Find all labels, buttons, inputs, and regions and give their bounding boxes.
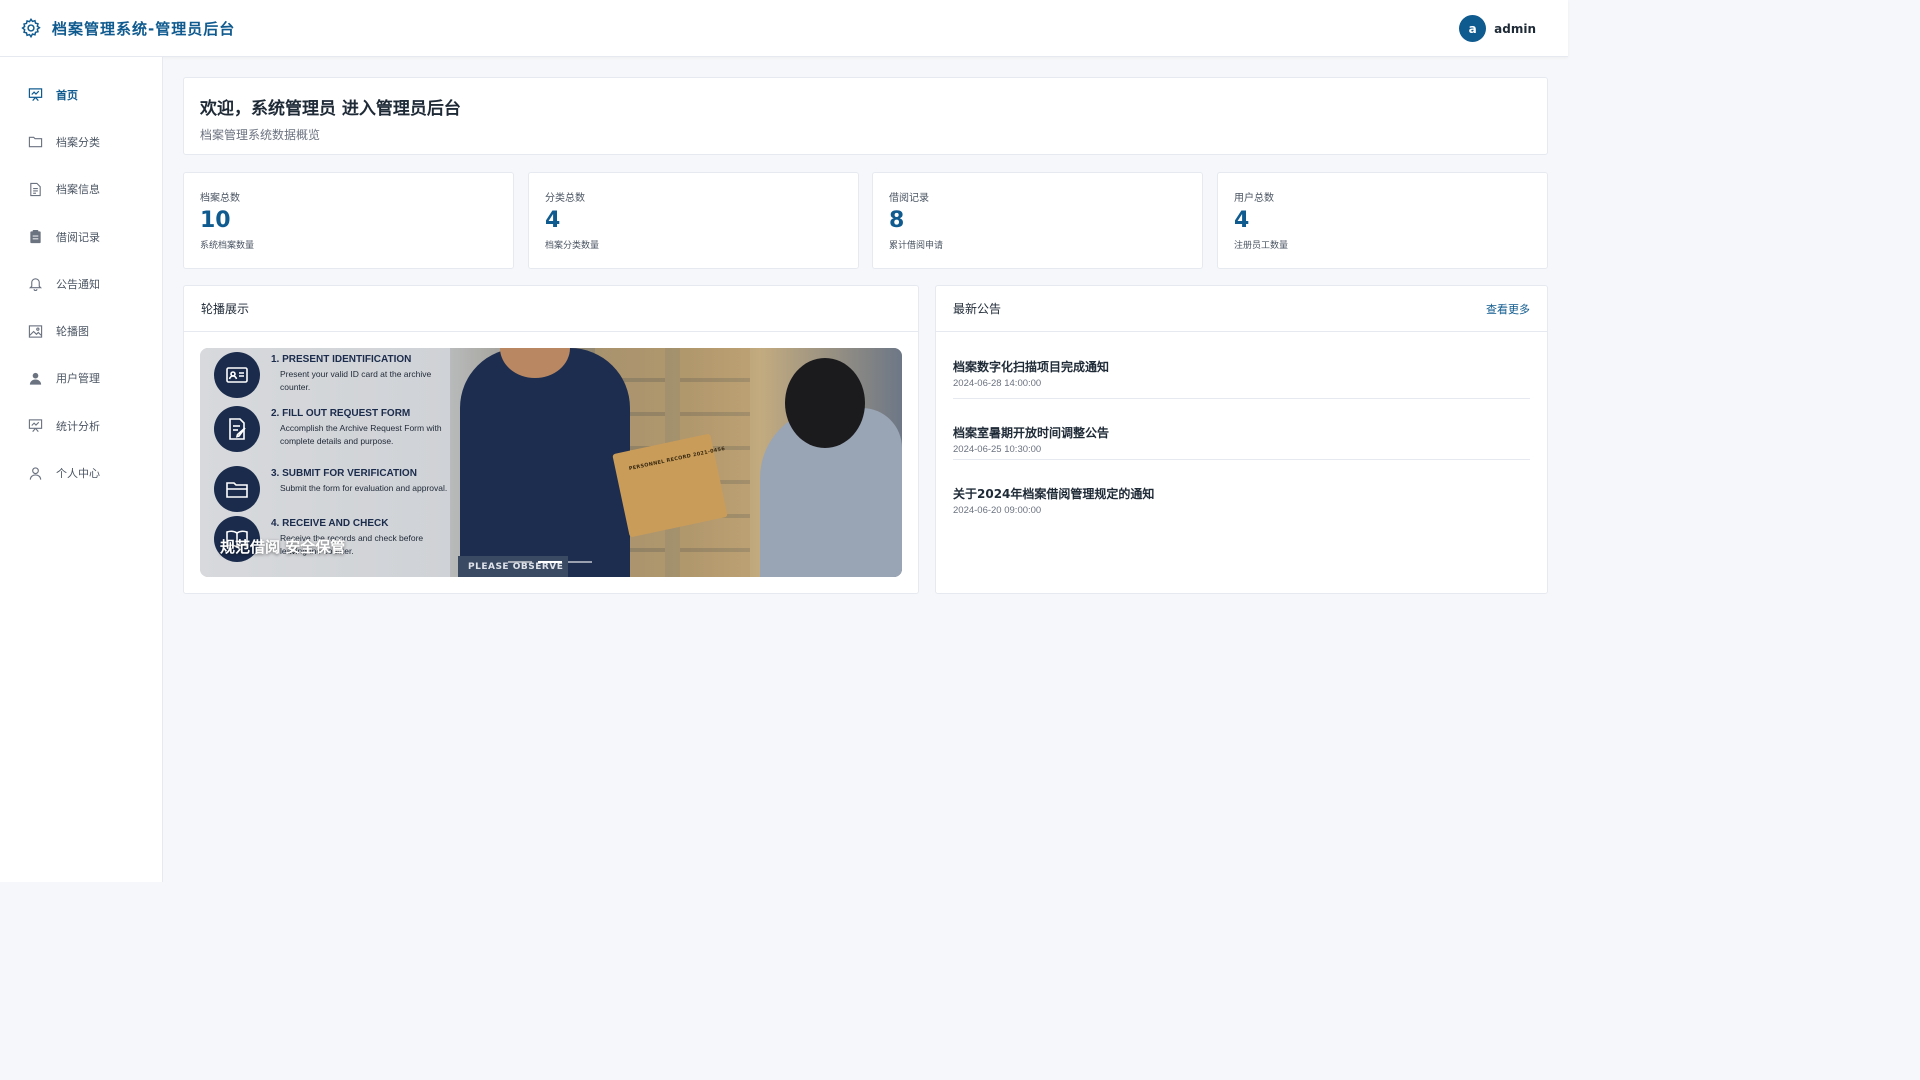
view-more-link[interactable]: 查看更多 <box>1486 301 1530 317</box>
sidebar-item-label: 个人中心 <box>56 467 100 481</box>
announcement-time: 2024-06-20 09:00:00 <box>953 504 1042 516</box>
announcement-title[interactable]: 档案数字化扫描项目完成通知 <box>953 358 1530 375</box>
step-title: 4. RECEIVE AND CHECK <box>271 518 389 529</box>
user-outline-icon <box>28 466 43 481</box>
document-icon <box>28 182 43 197</box>
announcement-time: 2024-06-25 10:30:00 <box>953 444 1042 455</box>
panel-header: 轮播展示 <box>184 286 918 332</box>
sidebar-item-label: 档案分类 <box>56 135 100 149</box>
user-filled-icon <box>28 371 43 386</box>
announcement-item[interactable]: 档案数字化扫描项目完成通知 2024-06-28 14:00:00 <box>953 332 1530 399</box>
stat-desc: 系统档案数量 <box>200 241 255 251</box>
folder-icon <box>28 134 43 149</box>
clipboard-icon <box>28 229 43 244</box>
stat-value: 10 <box>200 208 231 233</box>
announcement-item[interactable]: 关于2024年档案借阅管理规定的通知 2024-06-20 09:00:00 <box>953 460 1530 521</box>
chart-board-icon <box>28 87 43 102</box>
stat-desc: 累计借阅申请 <box>889 241 944 251</box>
stat-label: 档案总数 <box>200 193 240 204</box>
stat-card-borrow-records: 借阅记录 8 累计借阅申请 <box>872 172 1203 269</box>
sidebar-item-label: 用户管理 <box>56 372 100 386</box>
sidebar-item-label: 轮播图 <box>56 325 89 339</box>
stat-label: 用户总数 <box>1234 193 1274 204</box>
sidebar-item-label: 统计分析 <box>56 419 100 433</box>
sidebar-item-user-management[interactable]: 用户管理 <box>0 355 162 402</box>
stat-card-users: 用户总数 4 注册员工数量 <box>1217 172 1548 269</box>
sidebar-item-announcements[interactable]: 公告通知 <box>0 260 162 307</box>
step-desc: Submit the form for evaluation and appro… <box>280 483 448 493</box>
sidebar-item-label: 首页 <box>56 88 78 102</box>
step-desc: Present your valid ID card at the archiv… <box>280 369 432 392</box>
sidebar-item-label: 借阅记录 <box>56 230 100 244</box>
panel-header: 最新公告 查看更多 <box>936 286 1547 332</box>
announcements-panel: 最新公告 查看更多 档案数字化扫描项目完成通知 2024-06-28 14:00… <box>935 285 1548 594</box>
id-card-icon <box>214 352 260 398</box>
sidebar-item-archive-categories[interactable]: 档案分类 <box>0 118 162 165</box>
welcome-title: 欢迎，系统管理员 进入管理员后台 <box>200 99 461 119</box>
gear-icon <box>20 17 42 39</box>
carousel-slide[interactable]: PERSONNEL RECORD 2021-0456 PLEASE OBSERV… <box>200 348 902 577</box>
carousel-caption: 规范借阅 安全保管 <box>220 538 346 556</box>
stat-value: 8 <box>889 208 905 233</box>
step-title: 1. PRESENT IDENTIFICATION <box>271 354 412 365</box>
image-icon <box>28 324 43 339</box>
stat-card-categories: 分类总数 4 档案分类数量 <box>528 172 859 269</box>
sidebar-item-label: 公告通知 <box>56 277 100 291</box>
stat-desc: 档案分类数量 <box>545 241 600 251</box>
stat-value: 4 <box>545 208 561 233</box>
panel-title: 轮播展示 <box>201 302 250 316</box>
step-desc: Accomplish the Archive Request Form with… <box>280 423 442 446</box>
carousel-indicator[interactable] <box>508 561 532 563</box>
clerk-figure-head <box>785 358 865 448</box>
carousel-indicator[interactable] <box>568 561 592 563</box>
sidebar-item-home[interactable]: 首页 <box>0 71 162 118</box>
username[interactable]: admin <box>1494 22 1536 36</box>
welcome-card: 欢迎，系统管理员 进入管理员后台 档案管理系统数据概览 <box>183 77 1548 155</box>
counter-sign-text: PLEASE OBSERVE <box>468 562 564 572</box>
staff-figure <box>460 348 630 577</box>
panel-title: 最新公告 <box>953 302 1002 316</box>
stat-card-archives: 档案总数 10 系统档案数量 <box>183 172 514 269</box>
chart-board-icon <box>28 418 43 433</box>
announcement-list: 档案数字化扫描项目完成通知 2024-06-28 14:00:00 档案室暑期开… <box>936 332 1547 520</box>
announcement-item[interactable]: 档案室暑期开放时间调整公告 2024-06-25 10:30:00 <box>953 399 1530 460</box>
step-title: 3. SUBMIT FOR VERIFICATION <box>271 468 417 479</box>
sidebar: 首页 档案分类 档案信息 借阅记录 公告通知 轮播图 用户管理 统计分析 个人中… <box>0 57 163 882</box>
folder-icon <box>214 466 260 512</box>
user-menu[interactable]: a admin <box>1459 15 1536 42</box>
carousel-indicators <box>508 561 592 563</box>
carousel-panel: 轮播展示 PERSONNEL RECORD 2021-0456 PLEASE O… <box>183 285 919 594</box>
stat-label: 借阅记录 <box>889 193 929 204</box>
top-header: 档案管理系统-管理员后台 a admin <box>0 0 1568 57</box>
sidebar-item-profile[interactable]: 个人中心 <box>0 449 162 496</box>
stat-label: 分类总数 <box>545 193 585 204</box>
announcement-title[interactable]: 档案室暑期开放时间调整公告 <box>953 424 1530 441</box>
app-title: 档案管理系统-管理员后台 <box>52 19 236 38</box>
sidebar-item-statistics[interactable]: 统计分析 <box>0 402 162 449</box>
avatar[interactable]: a <box>1459 15 1487 42</box>
sidebar-item-label: 档案信息 <box>56 183 100 197</box>
bell-icon <box>28 276 43 292</box>
announcement-time: 2024-06-28 14:00:00 <box>953 378 1042 389</box>
sidebar-item-borrow-records[interactable]: 借阅记录 <box>0 213 162 260</box>
announcement-title[interactable]: 关于2024年档案借阅管理规定的通知 <box>953 485 1530 502</box>
welcome-subtitle: 档案管理系统数据概览 <box>200 128 321 142</box>
stat-value: 4 <box>1234 208 1250 233</box>
carousel-indicator-active[interactable] <box>538 561 562 563</box>
stat-desc: 注册员工数量 <box>1234 241 1289 251</box>
sidebar-item-archive-info[interactable]: 档案信息 <box>0 166 162 213</box>
sidebar-item-carousel[interactable]: 轮播图 <box>0 307 162 354</box>
step-title: 2. FILL OUT REQUEST FORM <box>271 408 411 419</box>
form-pen-icon <box>214 406 260 452</box>
brand[interactable]: 档案管理系统-管理员后台 <box>0 17 235 39</box>
